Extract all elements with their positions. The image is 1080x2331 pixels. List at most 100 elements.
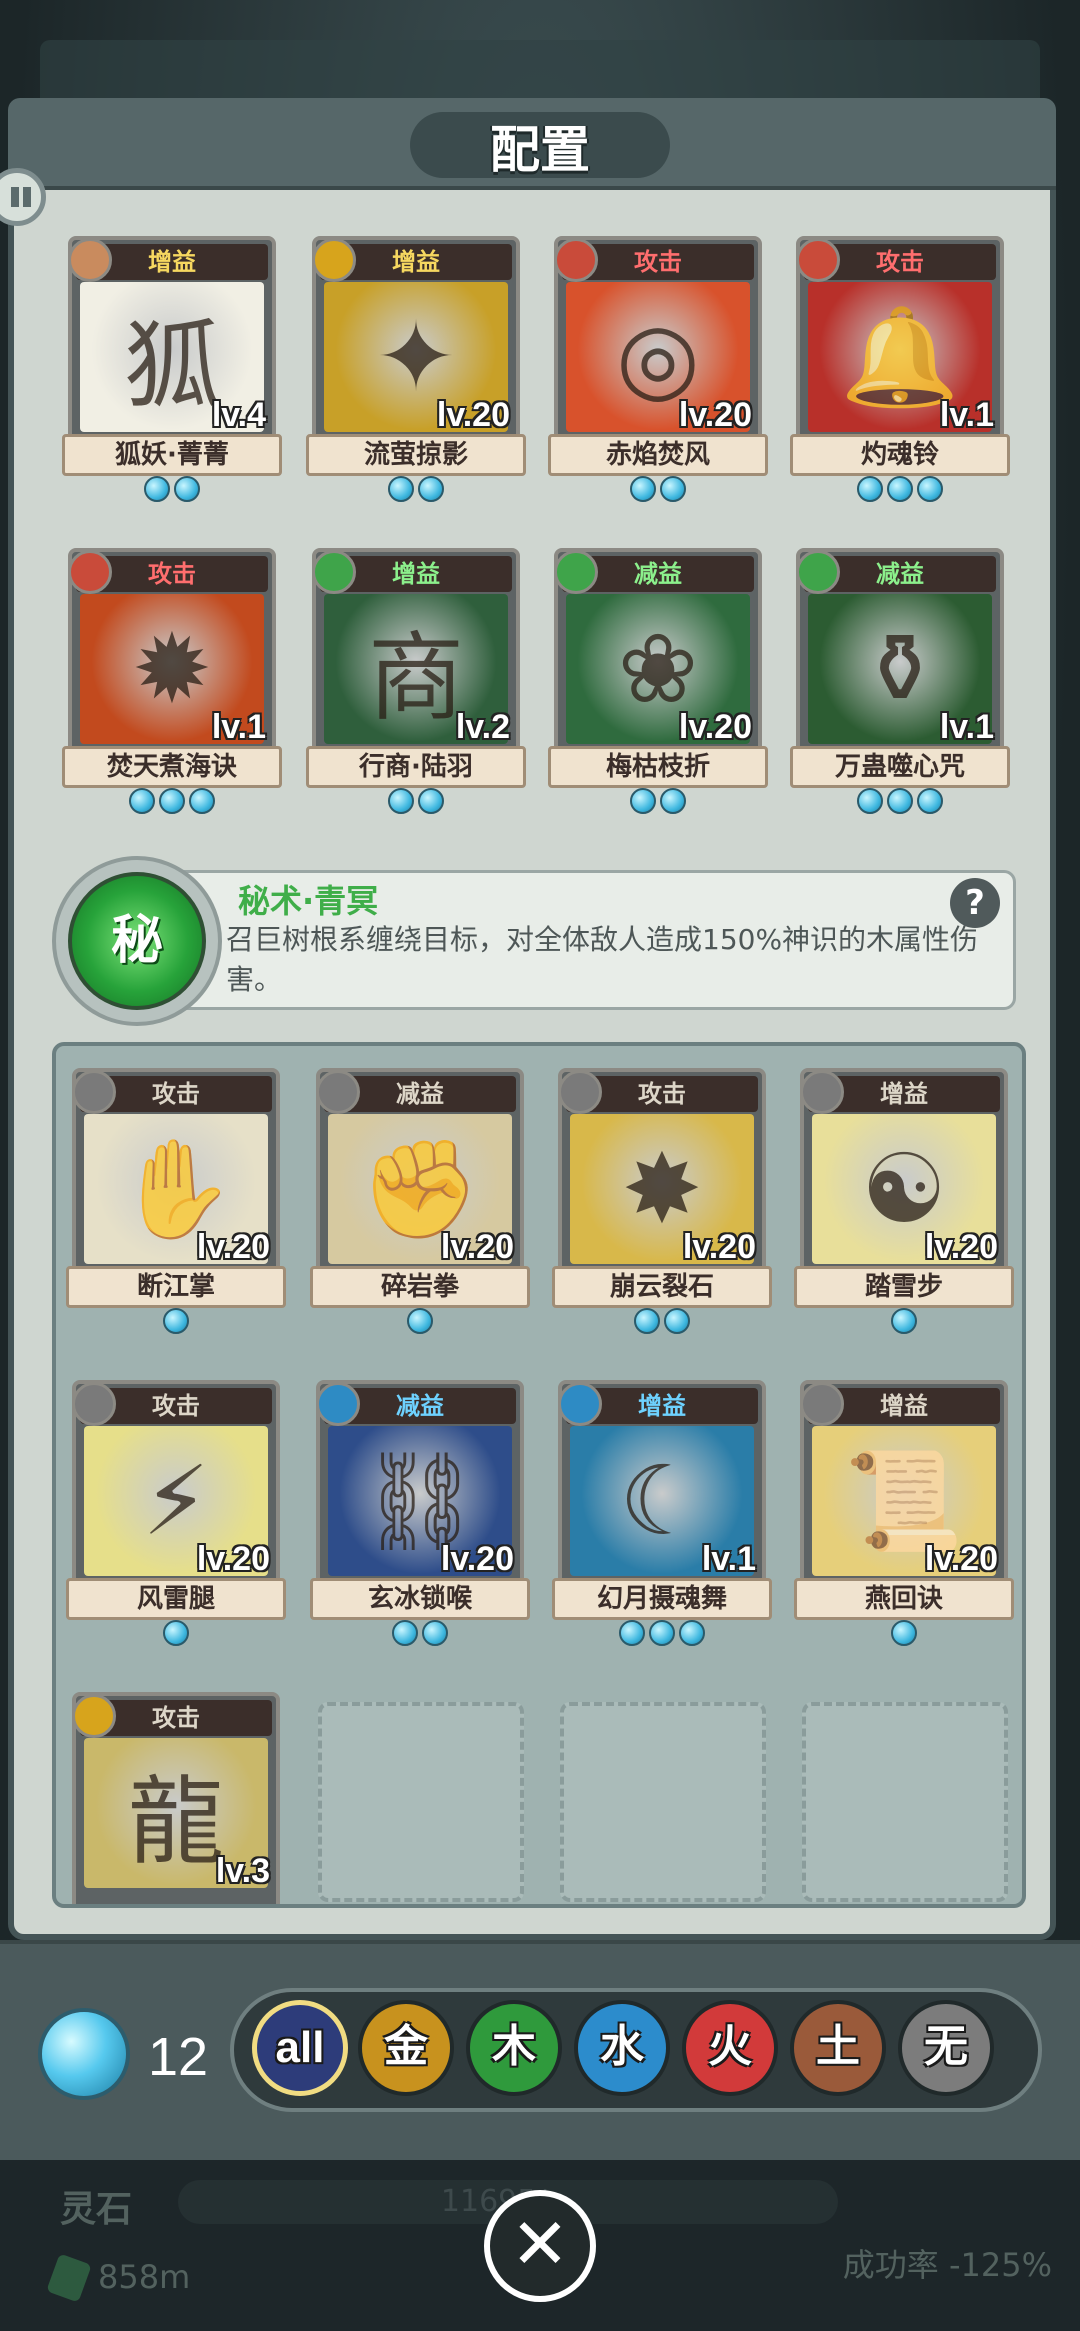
card-gems — [548, 476, 768, 506]
card-level: lv.1 — [211, 708, 266, 746]
card-gems — [790, 476, 1010, 506]
gem-icon — [857, 476, 883, 502]
equipped-card[interactable]: 商增益 lv.2 行商·陆羽 — [306, 548, 526, 814]
element-type-icon — [72, 1382, 116, 1426]
inventory-card[interactable]: ⛓ 减益 lv.20 玄冰锁喉 — [310, 1380, 530, 1646]
orb-count: 12 — [148, 2027, 209, 2087]
card-gems — [62, 476, 282, 506]
card-gems — [66, 1620, 286, 1650]
card-gems — [790, 788, 1010, 818]
spirit-stone-icon — [46, 2253, 92, 2303]
gem-icon — [144, 476, 170, 502]
element-type-icon — [68, 550, 112, 594]
element-type-icon — [800, 1070, 844, 1114]
gem-icon — [407, 1308, 433, 1334]
equipped-card[interactable]: ✹ 攻击 lv.1 焚天煮海诀 — [62, 548, 282, 814]
card-level: lv.4 — [211, 396, 266, 434]
success-rate-text: 成功率 -125% — [842, 2246, 1052, 2284]
card-gems — [794, 1308, 1014, 1338]
card-name: 碎岩拳 — [310, 1266, 530, 1308]
inventory-card[interactable]: 📜 增益 lv.20 燕回诀 — [794, 1380, 1014, 1646]
card-level: lv.20 — [924, 1228, 998, 1266]
spirit-orb-icon — [38, 2008, 130, 2100]
filter-element-3-button[interactable]: 水 — [574, 2000, 670, 2096]
card-level: lv.1 — [939, 396, 994, 434]
inventory-card[interactable]: ⚡ 攻击 lv.20 风雷腿 — [66, 1380, 286, 1646]
skill-inventory-area[interactable]: ✋ 攻击 lv.20 断江掌 ✊ 减益 lv.20 碎岩拳 ✸ 攻击 lv.20 崩云裂石 ☯ 增益 lv.… — [52, 1042, 1026, 1908]
skill-name: 秘术·青冥 — [238, 882, 379, 920]
spirit-stone-amount: 858m — [98, 2258, 191, 2296]
gem-icon — [649, 1620, 675, 1646]
inventory-card[interactable]: ✸ 攻击 lv.20 崩云裂石 — [552, 1068, 772, 1334]
equipped-card[interactable]: ⚱ 减益 lv.1 万蛊噬心咒 — [790, 548, 1010, 814]
filter-element-6-button[interactable]: 无 — [898, 2000, 994, 2096]
card-level: lv.20 — [440, 1228, 514, 1266]
card-name: 幻月摄魂舞 — [552, 1578, 772, 1620]
equipped-card[interactable]: 🔔 攻击 lv.1 灼魂铃 — [790, 236, 1010, 502]
card-gems — [306, 476, 526, 506]
gem-icon — [887, 788, 913, 814]
card-gems — [548, 788, 768, 818]
card-level: lv.20 — [924, 1540, 998, 1578]
element-type-icon — [796, 550, 840, 594]
equipped-card[interactable]: 狐增益 lv.4 狐妖·菁菁 — [62, 236, 282, 502]
skill-description: 召巨树根系缠绕目标，对全体敌人造成150%神识的木属性伤害。 — [226, 923, 979, 996]
card-name: 狐妖·菁菁 — [62, 434, 282, 476]
element-type-icon — [72, 1070, 116, 1114]
card-name: 焚天煮海诀 — [62, 746, 282, 788]
gem-icon — [392, 1620, 418, 1646]
element-type-icon — [312, 550, 356, 594]
element-type-icon — [316, 1382, 360, 1426]
inventory-card[interactable]: 龍攻击 lv.3 — [66, 1692, 286, 1904]
card-level: lv.20 — [678, 396, 752, 434]
inventory-card[interactable]: ✊ 减益 lv.20 碎岩拳 — [310, 1068, 530, 1334]
inventory-card[interactable]: ☯ 增益 lv.20 踏雪步 — [794, 1068, 1014, 1334]
inventory-card[interactable]: ☾ 增益 lv.1 幻月摄魂舞 — [552, 1380, 772, 1646]
equipped-card[interactable]: ✦ 增益 lv.20 流萤掠影 — [306, 236, 526, 502]
element-type-icon — [316, 1070, 360, 1114]
empty-skill-slot[interactable] — [802, 1702, 1008, 1902]
filter-element-2-button[interactable]: 木 — [466, 2000, 562, 2096]
card-gems — [794, 1620, 1014, 1650]
empty-skill-slot[interactable] — [560, 1702, 766, 1902]
element-type-icon — [554, 550, 598, 594]
element-type-icon — [72, 1694, 116, 1738]
card-name: 万蛊噬心咒 — [790, 746, 1010, 788]
gem-icon — [388, 788, 414, 814]
card-name: 行商·陆羽 — [306, 746, 526, 788]
gem-icon — [174, 476, 200, 502]
close-button[interactable]: ✕ — [484, 2190, 596, 2302]
card-gems — [66, 1308, 286, 1338]
gem-icon — [664, 1308, 690, 1334]
filter-element-1-button[interactable]: 金 — [358, 2000, 454, 2096]
card-name: 踏雪步 — [794, 1266, 1014, 1308]
element-type-icon — [312, 238, 356, 282]
filter-element-4-button[interactable]: 火 — [682, 2000, 778, 2096]
gem-icon — [163, 1308, 189, 1334]
card-name: 断江掌 — [66, 1266, 286, 1308]
element-type-icon — [558, 1382, 602, 1426]
gem-icon — [189, 788, 215, 814]
element-type-icon — [800, 1382, 844, 1426]
inventory-card[interactable]: ✋ 攻击 lv.20 断江掌 — [66, 1068, 286, 1334]
card-name: 流萤掠影 — [306, 434, 526, 476]
element-type-icon — [796, 238, 840, 282]
card-name: 风雷腿 — [66, 1578, 286, 1620]
gem-icon — [891, 1308, 917, 1334]
filter-all-button[interactable]: all — [252, 2000, 348, 2096]
gem-icon — [619, 1620, 645, 1646]
help-button[interactable]: ? — [950, 878, 1000, 928]
equipped-card[interactable]: ❀ 减益 lv.20 梅枯枝折 — [548, 548, 768, 814]
card-name: 赤焰焚风 — [548, 434, 768, 476]
equipped-card[interactable]: ◎ 攻击 lv.20 赤焰焚风 — [548, 236, 768, 502]
empty-skill-slot[interactable] — [318, 1702, 524, 1902]
element-type-icon — [68, 238, 112, 282]
secret-art-icon[interactable]: 秘 — [68, 872, 206, 1010]
filter-element-5-button[interactable]: 土 — [790, 2000, 886, 2096]
gem-icon — [857, 788, 883, 814]
card-gems — [552, 1308, 772, 1338]
card-gems — [62, 788, 282, 818]
card-level: lv.20 — [678, 708, 752, 746]
card-level: lv.20 — [440, 1540, 514, 1578]
gem-icon — [163, 1620, 189, 1646]
